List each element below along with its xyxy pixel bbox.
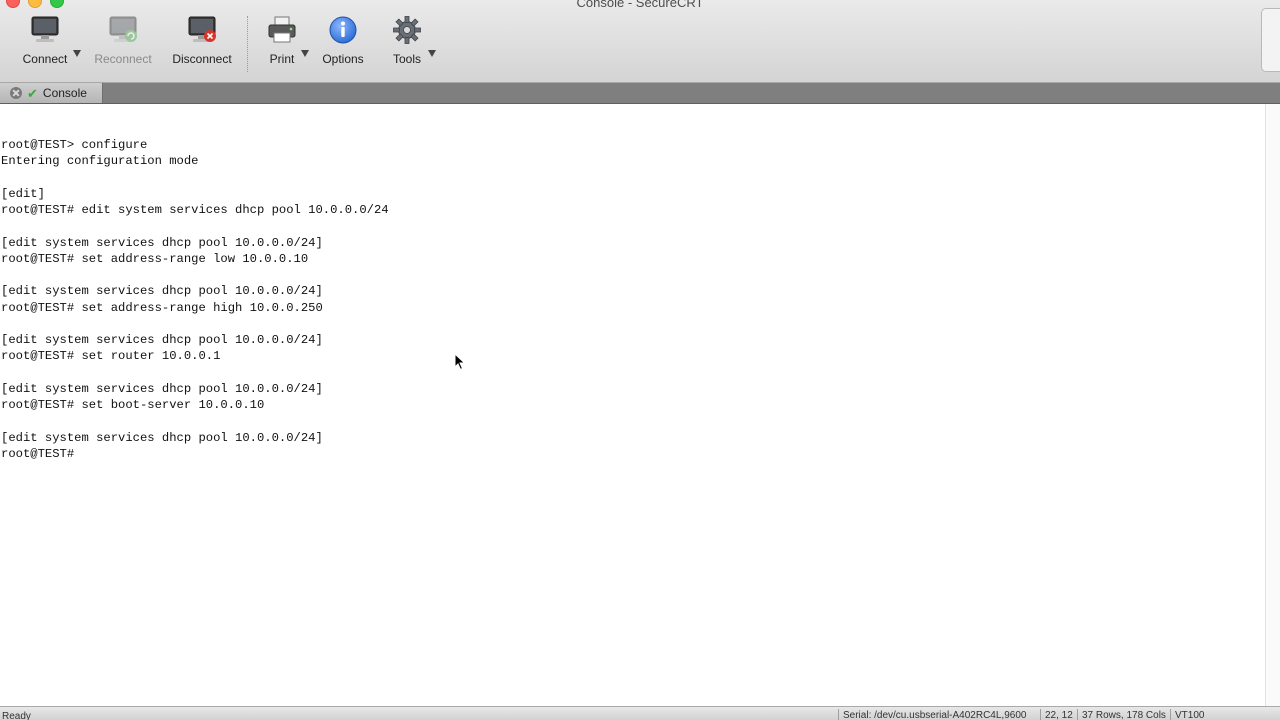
session-tab-console[interactable]: ✔ Console bbox=[0, 83, 103, 103]
terminal-output[interactable]: root@TEST> configure Entering configurati… bbox=[0, 104, 1266, 706]
terminal-line: root@TEST# set boot-server 10.0.0.10 bbox=[1, 398, 265, 413]
terminal-line: root@TEST# set router 10.0.0.1 bbox=[1, 349, 221, 364]
terminal-line: root@TEST# set address-range low 10.0.0.… bbox=[1, 251, 309, 266]
connect-label: Connect bbox=[22, 52, 68, 66]
computer-refresh-icon bbox=[107, 14, 139, 46]
info-icon bbox=[327, 14, 359, 46]
computer-icon bbox=[29, 14, 61, 46]
options-label: Options bbox=[322, 52, 364, 66]
disconnect-button[interactable]: Disconnect bbox=[166, 14, 238, 70]
reconnect-button[interactable]: Reconnect bbox=[87, 14, 159, 70]
terminal-line: root@TEST# edit system services dhcp poo… bbox=[1, 203, 389, 218]
terminal-scrollbar[interactable] bbox=[1265, 104, 1280, 706]
status-serial: Serial: /dev/cu.usbserial-A402RC4L,9600 bbox=[838, 709, 1026, 720]
status-ready-text: Ready bbox=[2, 711, 31, 720]
terminal-line: Entering configuration mode bbox=[1, 154, 199, 169]
printer-icon bbox=[266, 14, 298, 46]
session-tab-label: Console bbox=[42, 86, 87, 100]
window-title: Console - SecureCRT bbox=[576, 0, 704, 10]
tools-dropdown-arrow[interactable] bbox=[428, 50, 436, 57]
options-button[interactable]: Options bbox=[307, 14, 379, 70]
tools-label: Tools bbox=[392, 52, 421, 66]
connect-dropdown-arrow[interactable] bbox=[73, 50, 81, 57]
terminal-line: [edit] bbox=[1, 186, 45, 201]
side-panel-handle[interactable] bbox=[1261, 8, 1280, 72]
status-bar: Ready Serial: /dev/cu.usbserial-A402RC4L… bbox=[0, 706, 1280, 720]
terminal-line: [edit system services dhcp pool 10.0.0.0… bbox=[1, 284, 323, 299]
toolbar: Connect Reconnect Disconnect Print Optio… bbox=[0, 14, 1250, 74]
title-toolbar-area: Console - SecureCRT Connect Reconnect Di… bbox=[0, 0, 1280, 83]
session-tab-strip: ✔ Console bbox=[0, 83, 1280, 104]
terminal-line: root@TEST> configure bbox=[1, 138, 148, 152]
status-emulation: VT100 bbox=[1170, 709, 1204, 720]
close-tab-icon[interactable] bbox=[10, 87, 22, 99]
reconnect-label: Reconnect bbox=[94, 52, 152, 66]
terminal-line: [edit system services dhcp pool 10.0.0.0… bbox=[1, 235, 323, 250]
terminal-line: root@TEST# set address-range high 10.0.0… bbox=[1, 300, 323, 315]
connect-button[interactable]: Connect bbox=[9, 14, 81, 70]
terminal-line: [edit system services dhcp pool 10.0.0.0… bbox=[1, 430, 323, 445]
disconnect-label: Disconnect bbox=[172, 52, 232, 66]
securecrt-window: Console - SecureCRT Connect Reconnect Di… bbox=[0, 0, 1280, 720]
status-cursor-position: 22, 12 bbox=[1040, 709, 1073, 720]
gear-icon bbox=[391, 14, 423, 46]
terminal-line: [edit system services dhcp pool 10.0.0.0… bbox=[1, 381, 323, 396]
connected-check-icon: ✔ bbox=[27, 85, 38, 101]
terminal-lines: root@TEST> configure Entering configurati… bbox=[1, 137, 389, 462]
computer-disconnect-icon bbox=[186, 14, 218, 46]
terminal-line: [edit system services dhcp pool 10.0.0.0… bbox=[1, 333, 323, 348]
print-label: Print bbox=[269, 52, 295, 66]
mouse-pointer-icon bbox=[454, 352, 466, 371]
status-terminal-size: 37 Rows, 178 Cols bbox=[1077, 709, 1166, 720]
terminal-line: root@TEST# bbox=[1, 447, 75, 462]
tools-button[interactable]: Tools bbox=[371, 14, 443, 70]
